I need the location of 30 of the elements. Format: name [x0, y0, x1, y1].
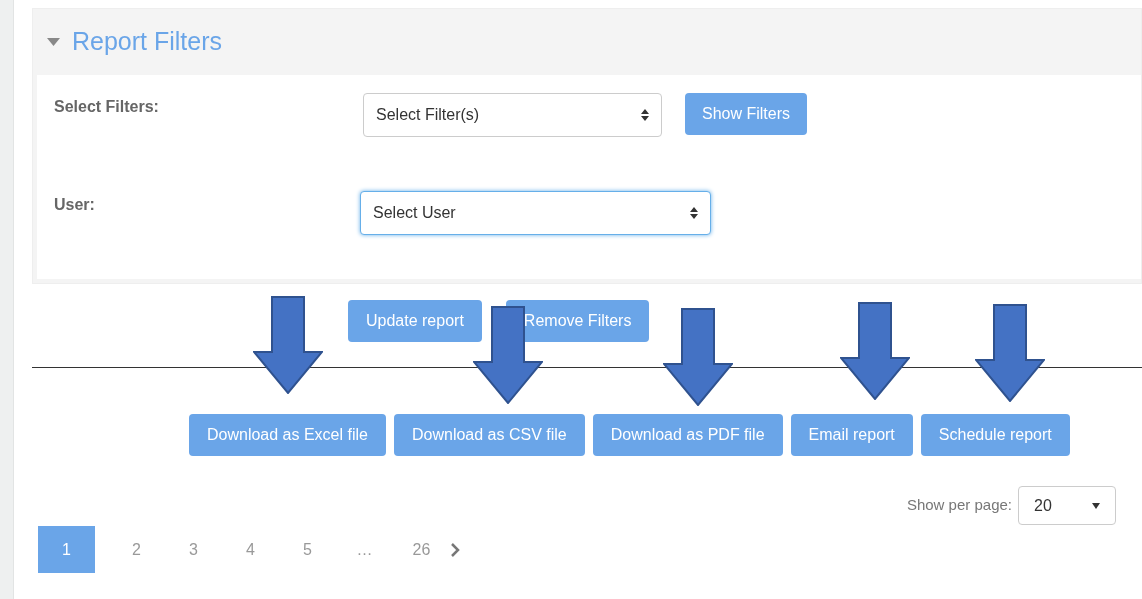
sort-caret-icon — [690, 207, 698, 219]
sort-caret-icon — [641, 109, 649, 121]
page-link[interactable]: … — [336, 526, 393, 573]
page-link[interactable]: 26 — [393, 526, 450, 573]
per-page-label: Show per page: — [906, 495, 1012, 516]
chevron-right-icon[interactable] — [450, 542, 460, 557]
action-button[interactable]: Update report — [348, 300, 482, 342]
panel-title: Report Filters — [72, 26, 223, 58]
page-link[interactable]: 3 — [165, 526, 222, 573]
select-field[interactable]: Select User — [360, 191, 711, 235]
select-field[interactable]: Select Filter(s) — [363, 93, 662, 137]
down-arrow-icon — [253, 296, 323, 394]
export-button[interactable]: Download as CSV file — [393, 414, 585, 456]
page-link[interactable]: 2 — [108, 526, 165, 573]
show-filters-button[interactable]: Show Filters — [685, 93, 808, 135]
field-label: User: — [54, 195, 96, 215]
export-button[interactable]: Schedule report — [920, 414, 1070, 456]
down-arrow-icon — [663, 308, 733, 406]
page-link[interactable]: 1 — [38, 526, 95, 573]
down-arrow-icon — [840, 302, 910, 400]
export-button[interactable]: Download as PDF file — [592, 414, 783, 456]
export-button[interactable]: Download as Excel file — [189, 414, 386, 456]
field-label: Select Filters: — [54, 97, 160, 117]
dropdown-caret-icon — [1092, 502, 1100, 509]
page-link[interactable]: 5 — [279, 526, 336, 573]
down-arrow-icon — [975, 304, 1045, 402]
page-link[interactable]: 4 — [222, 526, 279, 573]
collapse-caret-icon[interactable] — [47, 38, 60, 46]
per-page-select[interactable]: 20 — [1018, 486, 1116, 525]
export-button[interactable]: Email report — [790, 414, 913, 456]
